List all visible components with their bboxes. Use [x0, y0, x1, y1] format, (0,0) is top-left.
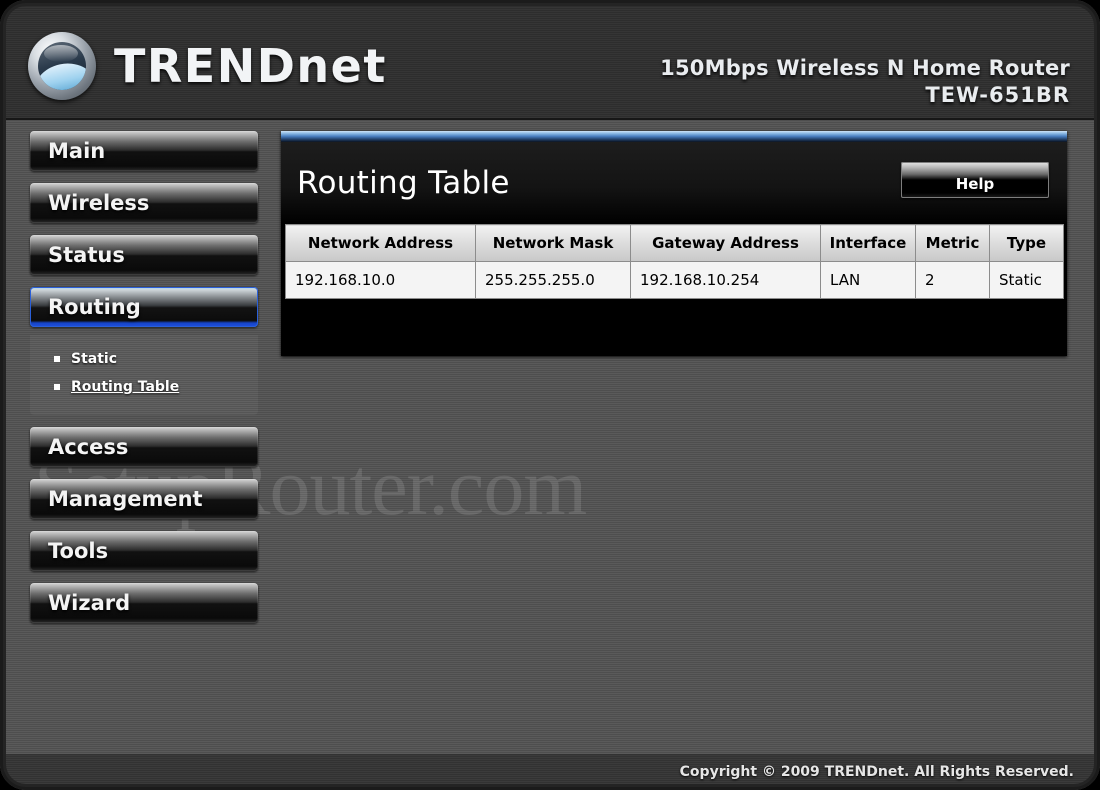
help-button-label: Help — [955, 174, 995, 193]
sidebar-item-label: Status — [48, 243, 125, 267]
product-line-label: 150Mbps Wireless N Home Router — [660, 56, 1070, 80]
column-header-gateway-address: Gateway Address — [630, 224, 821, 262]
sidebar-item-main[interactable]: Main — [30, 131, 258, 171]
sidebar-item-management[interactable]: Management — [30, 479, 258, 519]
router-admin-page: SetupRouter.com TRENDnet 150Mbps Wireles… — [0, 0, 1100, 790]
sidebar-item-status[interactable]: Status — [30, 235, 258, 275]
page-header: TRENDnet 150Mbps Wireless N Home Router … — [0, 0, 1100, 120]
sidebar-item-tools[interactable]: Tools — [30, 531, 258, 571]
brand-wordmark-lower: net — [296, 39, 387, 93]
sidebar-item-label: Routing — [48, 295, 141, 319]
sidebar-item-label: Wizard — [48, 591, 131, 615]
cell-metric: 2 — [915, 261, 990, 299]
sidebar-subitem-static[interactable]: Static — [30, 345, 258, 373]
panel-accent-bar — [281, 131, 1067, 142]
logo-globe-inner — [38, 42, 86, 90]
cell-interface: LAN — [820, 261, 916, 299]
sidebar-item-routing[interactable]: Routing — [30, 287, 258, 327]
sidebar-nav: Main Wireless Status Routing Static Rout… — [30, 131, 258, 635]
product-identity: 150Mbps Wireless N Home Router TEW-651BR — [660, 56, 1070, 107]
brand-logo: TRENDnet — [28, 32, 387, 100]
sidebar-subitem-label: Routing Table — [71, 379, 180, 395]
cell-gateway-address: 192.168.10.254 — [630, 261, 821, 299]
sidebar-item-label: Tools — [48, 539, 109, 563]
brand-wordmark-upper: TREND — [114, 39, 297, 93]
panel-header: Routing Table Help — [281, 142, 1067, 224]
sidebar-item-label: Access — [48, 435, 129, 459]
page-title: Routing Table — [297, 165, 510, 201]
sidebar-submenu-routing: Static Routing Table — [30, 335, 258, 415]
sidebar-item-label: Management — [48, 487, 203, 511]
table-row: 192.168.10.0 255.255.255.0 192.168.10.25… — [285, 261, 1064, 299]
column-header-interface: Interface — [820, 224, 916, 262]
table-header-row: Network Address Network Mask Gateway Add… — [285, 224, 1064, 262]
column-header-network-mask: Network Mask — [475, 224, 631, 262]
column-header-metric: Metric — [915, 224, 990, 262]
column-header-network-address: Network Address — [285, 224, 476, 262]
column-header-type: Type — [989, 224, 1064, 262]
sidebar-item-label: Wireless — [48, 191, 150, 215]
bullet-square-icon — [54, 356, 60, 362]
help-button[interactable]: Help — [901, 162, 1049, 198]
sidebar-item-wireless[interactable]: Wireless — [30, 183, 258, 223]
logo-wave-shape — [38, 57, 86, 90]
content-panel: Routing Table Help Network Address Netwo… — [281, 131, 1067, 356]
cell-network-mask: 255.255.255.0 — [475, 261, 631, 299]
cell-type: Static — [989, 261, 1064, 299]
routing-table-container: Network Address Network Mask Gateway Add… — [281, 224, 1067, 299]
brand-wordmark: TRENDnet — [114, 39, 387, 93]
sidebar-item-access[interactable]: Access — [30, 427, 258, 467]
logo-gloss-highlight — [44, 45, 78, 62]
sidebar-subitem-routing-table[interactable]: Routing Table — [30, 373, 258, 401]
routing-table: Network Address Network Mask Gateway Add… — [285, 224, 1064, 299]
sidebar-item-label: Main — [48, 139, 106, 163]
trendnet-wave-globe-icon — [28, 32, 96, 100]
cell-network-address: 192.168.10.0 — [285, 261, 476, 299]
bullet-square-icon — [54, 384, 60, 390]
sidebar-subitem-label: Static — [71, 351, 118, 367]
sidebar-item-wizard[interactable]: Wizard — [30, 583, 258, 623]
copyright-text: Copyright © 2009 TRENDnet. All Rights Re… — [679, 764, 1074, 780]
product-model-label: TEW-651BR — [925, 83, 1070, 107]
page-footer: Copyright © 2009 TRENDnet. All Rights Re… — [0, 754, 1100, 790]
